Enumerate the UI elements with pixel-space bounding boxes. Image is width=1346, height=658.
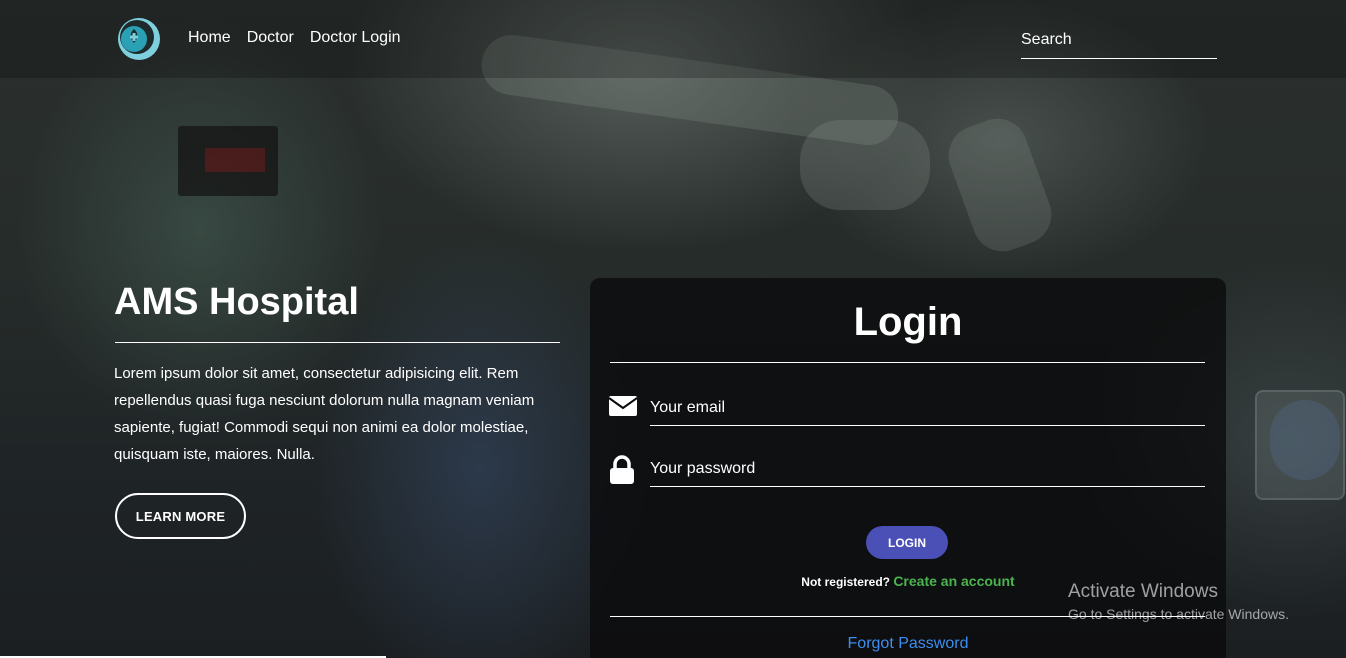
lock-icon xyxy=(608,455,638,485)
background-wall-clock xyxy=(178,126,278,196)
envelope-icon xyxy=(608,394,638,424)
hero-divider xyxy=(115,342,560,343)
background-monitor xyxy=(1255,390,1345,500)
email-underline xyxy=(650,425,1205,426)
login-divider xyxy=(610,362,1205,363)
nav-link-home[interactable]: Home xyxy=(188,29,231,47)
watermark-title: Activate Windows xyxy=(1068,581,1218,602)
login-title: Login xyxy=(853,300,963,344)
register-prompt: Not registered? xyxy=(801,575,894,589)
nav-links: Home Doctor Doctor Login xyxy=(188,29,401,47)
learn-more-button[interactable]: LEARN MORE xyxy=(115,493,246,539)
background-lamp-arm xyxy=(940,110,1060,260)
hero-description: Lorem ipsum dolor sit amet, consectetur … xyxy=(114,365,535,463)
background-lamp-head xyxy=(800,120,930,210)
search-field xyxy=(1021,28,1217,59)
forgot-password-link[interactable]: Forgot Password xyxy=(590,635,1226,653)
email-field[interactable] xyxy=(650,394,1205,422)
navbar: Home Doctor Doctor Login xyxy=(0,0,1346,78)
nav-link-doctor-login[interactable]: Doctor Login xyxy=(310,29,401,47)
background-clock-digits xyxy=(205,148,265,172)
email-row xyxy=(608,394,1205,430)
login-button[interactable]: LOGIN xyxy=(866,526,948,559)
password-field[interactable] xyxy=(650,455,1205,483)
activate-windows-watermark: Activate Windows Go to Settings to activ… xyxy=(1068,581,1289,622)
password-underline xyxy=(650,486,1205,487)
search-input[interactable] xyxy=(1021,28,1217,52)
page-title: AMS Hospital xyxy=(114,281,359,323)
background-monitor-screen xyxy=(1270,400,1340,480)
password-row xyxy=(608,455,1205,491)
nav-link-doctor[interactable]: Doctor xyxy=(247,29,294,47)
watermark-subtitle: Go to Settings to activate Windows. xyxy=(1068,606,1289,622)
create-account-link[interactable]: Create an account xyxy=(893,573,1014,589)
hospital-logo-icon[interactable] xyxy=(117,17,161,61)
